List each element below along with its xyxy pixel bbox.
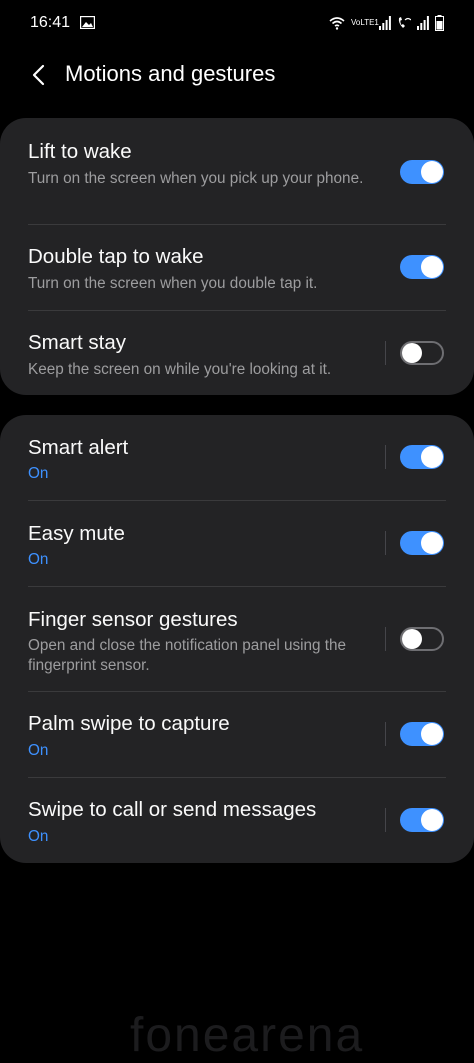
wifi-calling-icon bbox=[398, 17, 411, 28]
double-tap-to-wake-toggle[interactable] bbox=[400, 255, 444, 279]
setting-subtitle: Turn on the screen when you double tap i… bbox=[28, 275, 318, 292]
swipe-to-call-toggle[interactable] bbox=[400, 808, 444, 832]
setting-status: On bbox=[28, 828, 49, 845]
settings-group-1: Lift to wake Turn on the screen when you… bbox=[0, 118, 474, 395]
gallery-icon bbox=[80, 16, 95, 29]
settings-group-2: Smart alert On Easy mute On Finger senso… bbox=[0, 415, 474, 863]
setting-title: Lift to wake bbox=[28, 140, 132, 163]
separator bbox=[385, 341, 386, 365]
setting-easy-mute[interactable]: Easy mute On bbox=[0, 501, 474, 586]
setting-lift-to-wake[interactable]: Lift to wake Turn on the screen when you… bbox=[0, 118, 474, 224]
setting-title: Swipe to call or send messages bbox=[28, 798, 317, 821]
setting-title: Smart alert bbox=[28, 436, 129, 459]
lift-to-wake-toggle[interactable] bbox=[400, 160, 444, 184]
watermark: fonearena bbox=[130, 1009, 365, 1062]
palm-swipe-to-capture-toggle[interactable] bbox=[400, 722, 444, 746]
status-time: 16:41 bbox=[30, 14, 71, 31]
setting-status: On bbox=[28, 465, 49, 482]
setting-subtitle: Open and close the notification panel us… bbox=[28, 637, 347, 674]
separator bbox=[385, 722, 386, 746]
setting-title: Smart stay bbox=[28, 331, 126, 354]
signal-icon-2 bbox=[417, 16, 429, 30]
signal-icon bbox=[379, 16, 391, 30]
setting-status: On bbox=[28, 551, 49, 568]
setting-smart-alert[interactable]: Smart alert On bbox=[0, 415, 474, 500]
setting-title: Double tap to wake bbox=[28, 245, 204, 268]
setting-swipe-to-call[interactable]: Swipe to call or send messages On bbox=[0, 778, 474, 863]
setting-smart-stay[interactable]: Smart stay Keep the screen on while you'… bbox=[0, 311, 474, 395]
back-arrow-icon[interactable] bbox=[24, 60, 54, 90]
app-header: Motions and gestures bbox=[0, 52, 474, 98]
easy-mute-toggle[interactable] bbox=[400, 531, 444, 555]
separator bbox=[385, 531, 386, 555]
setting-status: On bbox=[28, 742, 49, 759]
separator bbox=[385, 445, 386, 469]
setting-title: Palm swipe to capture bbox=[28, 712, 230, 735]
status-bar: 16:41 VoLTE1 bbox=[0, 0, 474, 48]
separator bbox=[385, 627, 386, 651]
battery-icon bbox=[435, 15, 444, 31]
setting-title: Easy mute bbox=[28, 522, 125, 545]
status-icons: VoLTE1 bbox=[329, 14, 444, 32]
wifi-icon bbox=[329, 16, 345, 30]
setting-title: Finger sensor gestures bbox=[28, 608, 238, 631]
setting-subtitle: Turn on the screen when you pick up your… bbox=[28, 170, 364, 187]
smart-alert-toggle[interactable] bbox=[400, 445, 444, 469]
setting-double-tap-to-wake[interactable]: Double tap to wake Turn on the screen wh… bbox=[0, 225, 474, 310]
smart-stay-toggle[interactable] bbox=[400, 341, 444, 365]
setting-palm-swipe-to-capture[interactable]: Palm swipe to capture On bbox=[0, 692, 474, 777]
separator bbox=[385, 808, 386, 832]
setting-subtitle: Keep the screen on while you're looking … bbox=[28, 361, 332, 378]
setting-finger-sensor-gestures[interactable]: Finger sensor gestures Open and close th… bbox=[0, 587, 474, 691]
finger-sensor-gestures-toggle[interactable] bbox=[400, 627, 444, 651]
volte-label: VoLTE1 bbox=[351, 18, 379, 27]
page-title: Motions and gestures bbox=[65, 61, 276, 86]
